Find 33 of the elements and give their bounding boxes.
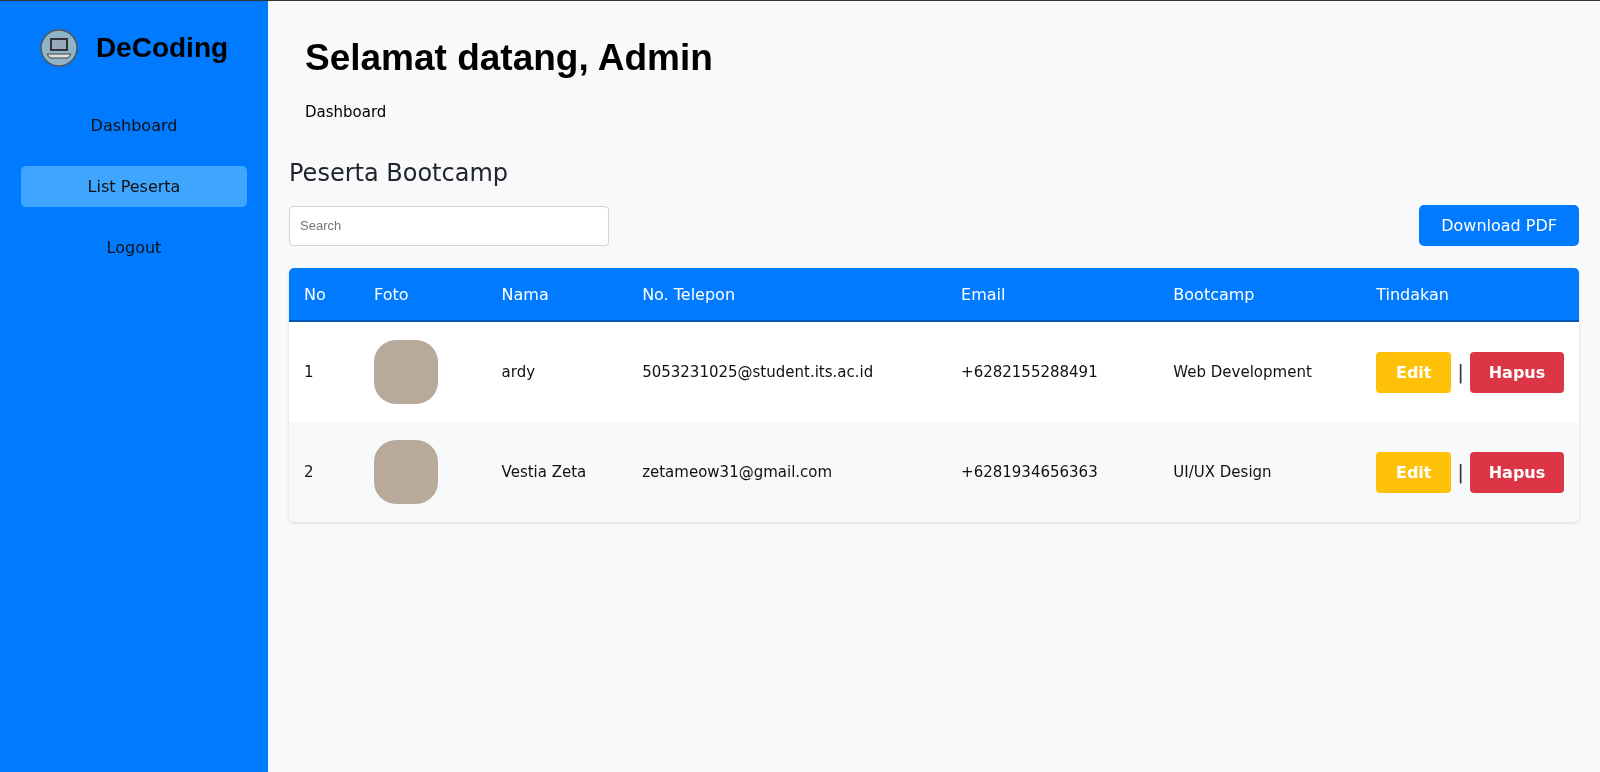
table-cell: +6282155288491 [946,321,1159,422]
laptop-logo-icon [39,29,78,67]
delete-button[interactable]: Hapus [1470,351,1564,393]
column-header: No [289,268,360,321]
download-button[interactable]: Download PDF [1419,205,1579,246]
brand-name: DeCoding [95,32,229,64]
column-header: Tindakan [1361,268,1579,321]
search-field[interactable]: Search [289,205,609,246]
column-header: Email [946,268,1159,321]
column-header: Nama [486,268,628,321]
delete-button[interactable]: Hapus [1470,451,1564,493]
table-cell: 1 [289,321,360,422]
photo-placeholder [374,340,439,404]
table-cell: 2 [289,422,360,522]
table-cell: Web Development [1158,321,1362,422]
photo-placeholder [374,440,439,504]
table-cell: UI/UX Design [1158,422,1362,522]
sidebar-item[interactable]: List Peserta [21,166,247,207]
table-cell: Vestia Zeta [486,422,628,522]
sidebar-item[interactable]: Logout [21,227,247,268]
separator: | [1457,360,1464,384]
separator: | [1457,460,1464,484]
column-header: Bootcamp [1158,268,1362,321]
table-cell: zetameow31@gmail.com [627,422,947,522]
sidebar-item[interactable]: Dashboard [21,105,247,146]
column-header: No. Telepon [627,268,947,321]
table-cell: ardy [486,321,628,422]
column-header: Foto [359,268,487,321]
section-title: Peserta Bootcamp [289,159,509,187]
breadcrumb: Dashboard [305,103,387,121]
page-title: Selamat datang, Admin [305,37,714,79]
table-cell: +6281934656363 [946,422,1159,522]
table-cell: 5053231025@student.its.ac.id [627,321,947,422]
